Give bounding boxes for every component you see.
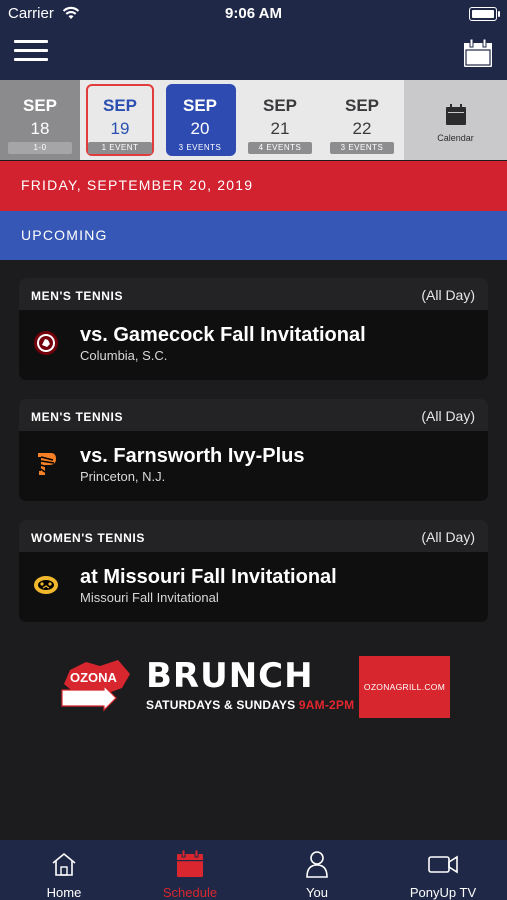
date-day: 20 <box>190 119 210 138</box>
event-card[interactable]: MEN'S TENNIS (All Day) vs. Gamecock Fall… <box>19 278 488 380</box>
tab-schedule[interactable]: Schedule <box>140 840 240 900</box>
date-selector: SEP 18 1-0 SEP 19 1 EVENT SEP 20 3 EVENT… <box>0 80 507 160</box>
event-card[interactable]: WOMEN'S TENNIS (All Day) at Missouri Fal… <box>19 520 488 622</box>
event-location: Missouri Fall Invitational <box>80 590 219 605</box>
date-sep-21[interactable]: SEP 21 4 EVENTS <box>240 80 320 160</box>
status-bar: Carrier 9:06 AM <box>0 0 507 28</box>
tab-bar: Home Schedule You PonyUp TV <box>0 840 507 900</box>
event-location: Columbia, S.C. <box>80 348 168 363</box>
calendar-icon[interactable] <box>463 38 493 68</box>
selected-date-label: FRIDAY, SEPTEMBER 20, 2019 <box>21 177 254 193</box>
video-icon <box>428 855 458 874</box>
date-month: SEP <box>182 96 218 115</box>
date-sep-20[interactable]: SEP 20 3 EVENTS <box>160 80 240 160</box>
event-title: at Missouri Fall Invitational <box>80 566 337 588</box>
date-badge: 3 EVENTS <box>330 142 394 154</box>
event-card-header: WOMEN'S TENNIS (All Day) <box>19 520 488 552</box>
user-icon <box>306 851 328 878</box>
ad-url: OZONAGRILL.COM <box>359 656 450 718</box>
event-title: vs. Gamecock Fall Invitational <box>80 324 366 346</box>
date-month: SEP <box>102 96 138 115</box>
event-location: Princeton, N.J. <box>80 469 166 484</box>
calendar-icon <box>445 104 466 125</box>
princeton-logo-icon <box>38 453 56 475</box>
tab-home[interactable]: Home <box>14 840 114 900</box>
schedule-icon <box>177 849 203 877</box>
ad-brand: OZONA <box>70 670 118 685</box>
date-month: SEP <box>22 96 58 115</box>
ad-banner[interactable]: OZONA BRUNCH SATURDAYS & SUNDAYS 9AM-2PM… <box>56 656 450 718</box>
date-badge: 3 EVENTS <box>178 143 222 152</box>
ad-headline: BRUNCH <box>146 656 314 696</box>
date-badge: 1 EVENT <box>88 142 152 154</box>
date-month: SEP <box>344 96 380 115</box>
date-day: 22 <box>352 119 372 138</box>
date-sep-22[interactable]: SEP 22 3 EVENTS <box>322 80 402 160</box>
event-card-header: MEN'S TENNIS (All Day) <box>19 399 488 431</box>
ad-days: SATURDAYS & SUNDAYS <box>146 698 299 712</box>
tab-label: You <box>306 885 328 900</box>
ozona-logo-icon: OZONA <box>61 660 130 712</box>
event-time: (All Day) <box>421 529 475 545</box>
tab-you[interactable]: You <box>267 840 367 900</box>
event-sport: WOMEN'S TENNIS <box>31 531 145 545</box>
date-month: SEP <box>262 96 298 115</box>
calendar-label: Calendar <box>437 133 474 143</box>
date-badge: 1-0 <box>8 142 72 154</box>
tab-label: Schedule <box>162 885 218 900</box>
section-label: UPCOMING <box>21 227 108 243</box>
gamecock-logo-icon <box>34 331 58 355</box>
date-sep-19[interactable]: SEP 19 1 EVENT <box>80 80 160 160</box>
date-sep-18[interactable]: SEP 18 1-0 <box>0 80 80 160</box>
tab-label: Home <box>46 885 82 900</box>
event-card-header: MEN'S TENNIS (All Day) <box>19 278 488 310</box>
calendar-button[interactable]: Calendar <box>404 80 507 160</box>
event-time: (All Day) <box>421 287 475 303</box>
date-badge: 4 EVENTS <box>248 142 312 154</box>
ad-hours: 9AM-2PM <box>298 698 355 712</box>
event-sport: MEN'S TENNIS <box>31 410 124 424</box>
clock: 9:06 AM <box>225 5 282 22</box>
event-time: (All Day) <box>421 408 475 424</box>
event-sport: MEN'S TENNIS <box>31 289 124 303</box>
date-day: 21 <box>270 119 290 138</box>
event-card[interactable]: MEN'S TENNIS (All Day) vs. Farnsworth Iv… <box>19 399 488 501</box>
tab-ponyup-tv[interactable]: PonyUp TV <box>388 840 498 900</box>
home-icon <box>52 852 76 876</box>
battery-icon <box>469 7 500 21</box>
event-title: vs. Farnsworth Ivy-Plus <box>80 445 305 467</box>
date-day: 18 <box>30 119 50 138</box>
upcoming-section-header: UPCOMING <box>0 211 507 260</box>
date-day: 19 <box>110 119 130 138</box>
tab-label: PonyUp TV <box>409 885 477 900</box>
menu-button[interactable] <box>14 40 48 64</box>
top-navigation-bar: Carrier 9:06 AM <box>0 0 507 80</box>
ad-times: SATURDAYS & SUNDAYS 9AM-2PM <box>146 698 354 712</box>
selected-date-header: FRIDAY, SEPTEMBER 20, 2019 <box>0 161 507 211</box>
missouri-logo-icon <box>34 576 58 594</box>
